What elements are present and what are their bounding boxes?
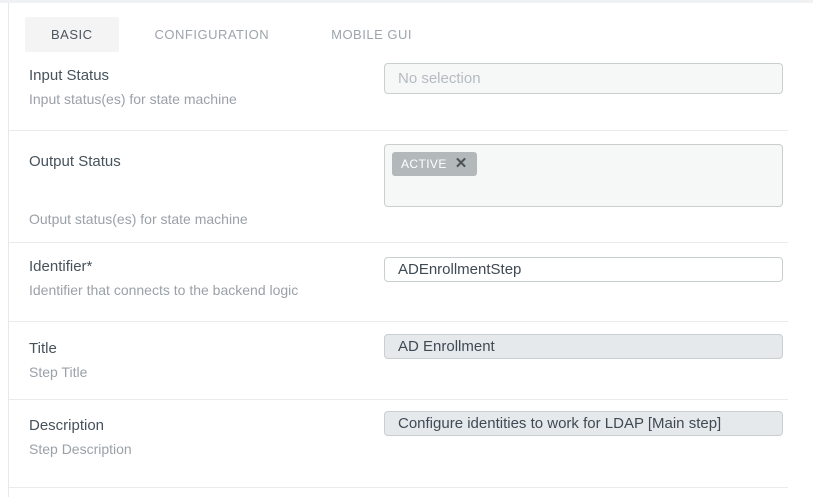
field-row-title: Title Step Title [9,322,788,400]
title-label: Title [29,338,384,359]
remove-tag-icon[interactable]: ✕ [455,157,468,171]
output-status-help: Output status(es) for state machine [29,209,384,230]
input-status-help: Input status(es) for state machine [29,89,384,110]
input-status-field[interactable] [384,63,783,94]
status-tag-active: ACTIVE ✕ [392,152,477,176]
title-field[interactable] [384,334,783,359]
tab-bar: BASIC CONFIGURATION MOBILE GUI [9,3,788,52]
tab-basic[interactable]: BASIC [25,17,119,52]
output-status-multiselect[interactable]: ACTIVE ✕ [384,144,783,207]
input-status-label: Input Status [29,65,384,86]
identifier-help: Identifier that connects to the backend … [29,280,384,301]
identifier-label: Identifier* [29,256,384,277]
field-row-description: Description Step Description [9,400,788,488]
description-label: Description [29,415,384,436]
title-help: Step Title [29,362,384,383]
description-field[interactable] [384,411,783,436]
tab-configuration[interactable]: CONFIGURATION [129,17,296,52]
field-row-output-status: Output Status Output status(es) for stat… [9,131,788,243]
identifier-field[interactable] [384,257,783,282]
field-row-input-status: Input Status Input status(es) for state … [9,52,788,131]
status-tag-label: ACTIVE [401,157,447,171]
output-status-label: Output Status [29,151,384,172]
field-row-identifier: Identifier* Identifier that connects to … [9,243,788,322]
tab-mobile-gui[interactable]: MOBILE GUI [305,17,438,52]
description-help: Step Description [29,439,384,460]
form-panel: BASIC CONFIGURATION MOBILE GUI Input Sta… [8,3,788,497]
